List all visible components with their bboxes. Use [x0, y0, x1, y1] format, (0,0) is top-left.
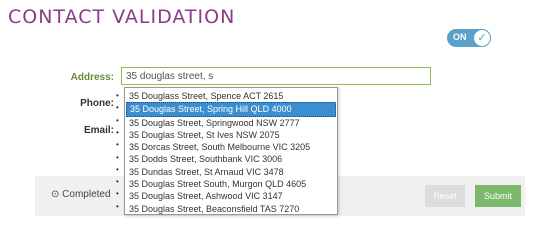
- suggestion-item[interactable]: 35 Douglas Street, St Ives NSW 2075: [125, 129, 337, 141]
- bullet-icon: •: [116, 115, 119, 125]
- address-label: Address:: [70, 72, 114, 83]
- suggestion-item[interactable]: 35 Dundas Street, St Arnaud VIC 3478: [125, 166, 337, 178]
- bullet-icon: •: [116, 140, 119, 150]
- suggestion-item[interactable]: 35 Dodds Street, Southbank VIC 3006: [125, 153, 337, 165]
- page-title: CONTACT VALIDATION: [8, 6, 236, 28]
- completed-label: Completed: [62, 189, 111, 200]
- bullet-icon: •: [116, 91, 119, 100]
- validation-toggle[interactable]: ON ✓: [447, 29, 491, 47]
- bullet-icon: •: [116, 177, 119, 187]
- completed-status: ⊙ Completed: [51, 189, 111, 200]
- suggestion-item[interactable]: 35 Douglass Street, Spence ACT 2615: [125, 90, 337, 102]
- phone-label: Phone:: [80, 98, 114, 109]
- suggestion-item[interactable]: 35 Dorcas Street, South Melbourne VIC 32…: [125, 141, 337, 153]
- clock-icon: ⊙: [51, 189, 60, 200]
- suggestion-item[interactable]: 35 Douglas Street South, Murgon QLD 4605: [125, 178, 337, 190]
- check-icon: ✓: [474, 30, 490, 46]
- suggestion-item[interactable]: 35 Douglas Street, Spring Hill QLD 4000: [126, 102, 336, 117]
- bullet-icon: •: [116, 127, 119, 137]
- email-label: Email:: [83, 125, 114, 136]
- suggestion-item[interactable]: 35 Douglas Street, Beaconsfield TAS 7270: [125, 203, 337, 215]
- bullet-icon: •: [116, 103, 119, 113]
- submit-button[interactable]: Submit: [475, 185, 521, 207]
- bullet-icon: •: [116, 152, 119, 162]
- suggestion-item[interactable]: 35 Douglas Street, Springwood NSW 2777: [125, 117, 337, 129]
- toggle-label: ON: [453, 32, 467, 42]
- address-suggestions-dropdown[interactable]: 35 Douglass Street, Spence ACT 2615 35 Do…: [124, 87, 338, 215]
- bullet-icon: •: [116, 189, 119, 199]
- suggestion-item[interactable]: 35 Douglas Street, Ashwood VIC 3147: [125, 190, 337, 202]
- address-input[interactable]: [121, 67, 431, 85]
- reset-button[interactable]: Reset: [425, 185, 465, 207]
- bullet-icon: •: [116, 201, 119, 211]
- bullet-icon: •: [116, 164, 119, 174]
